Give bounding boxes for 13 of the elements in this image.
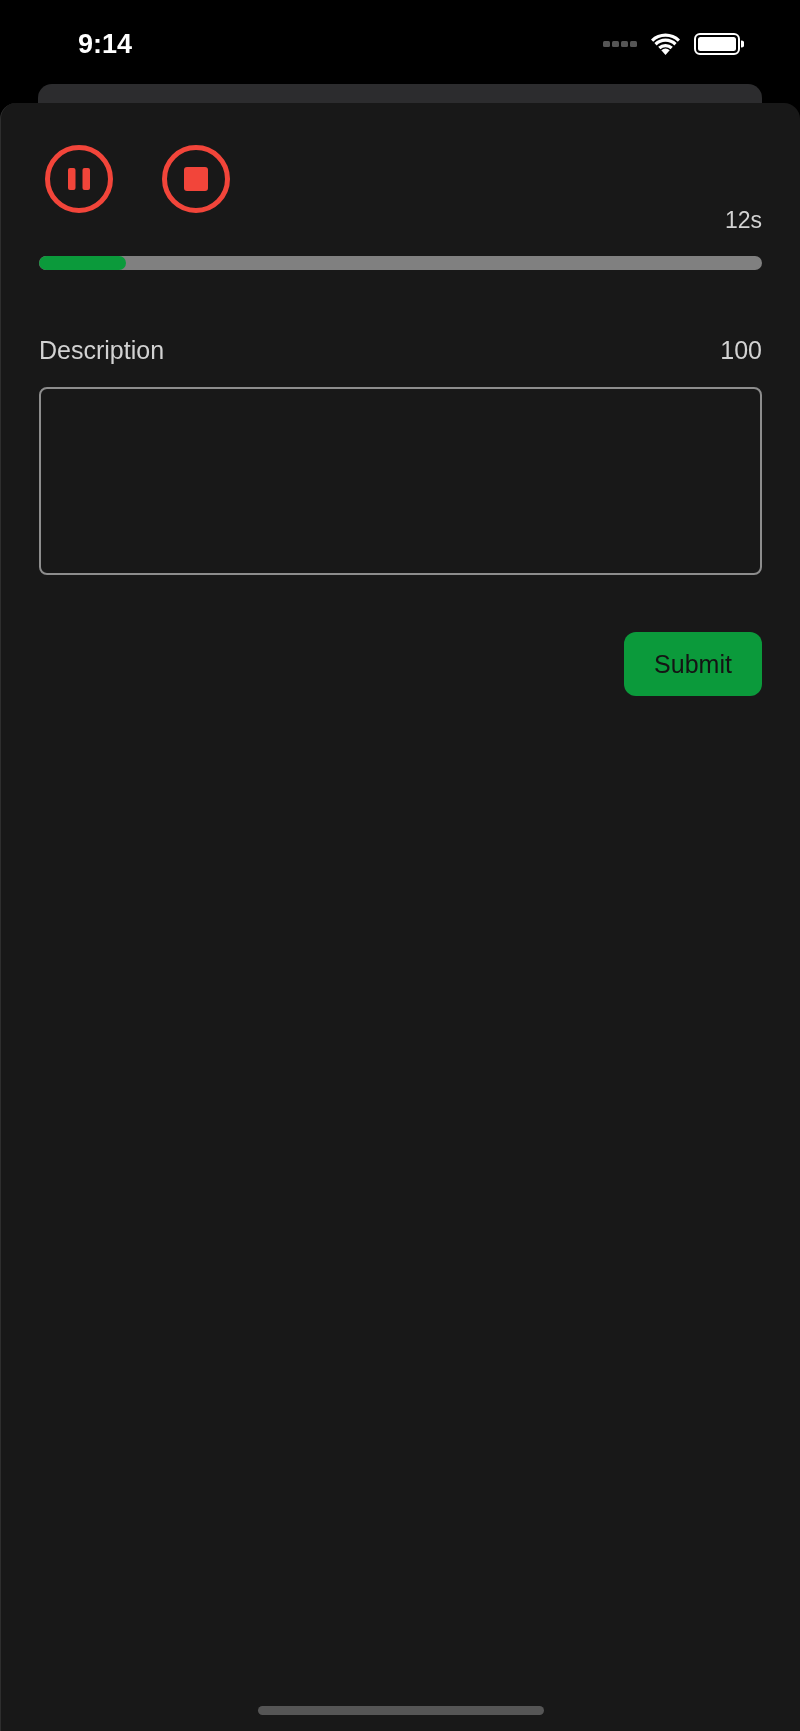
character-counter: 100 xyxy=(720,335,762,365)
battery-icon xyxy=(694,33,744,55)
description-label: Description xyxy=(39,335,165,365)
description-field[interactable] xyxy=(39,387,762,575)
signal-icon xyxy=(603,41,637,47)
pause-button[interactable] xyxy=(45,145,113,213)
elapsed-time: 12s xyxy=(724,206,762,234)
wifi-icon xyxy=(651,33,680,55)
stop-icon xyxy=(162,145,230,213)
stop-button[interactable] xyxy=(162,145,230,213)
submit-button[interactable]: Submit xyxy=(624,632,762,696)
status-time: 9:14 xyxy=(78,28,133,60)
pause-icon xyxy=(45,145,113,213)
